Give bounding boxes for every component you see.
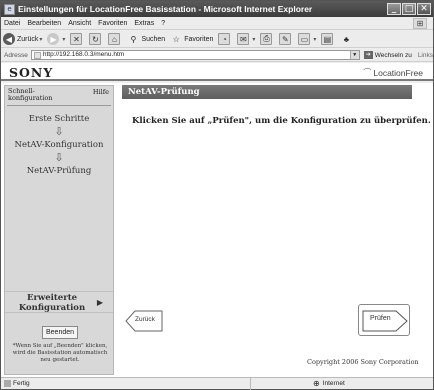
- back-arrow-icon: ◀: [3, 33, 15, 45]
- zone-label: Internet: [322, 380, 345, 387]
- address-input[interactable]: http://192.168.0.3/menu.htm ▼: [30, 50, 360, 60]
- quick-config-link[interactable]: Schnell-konfiguration: [8, 88, 70, 102]
- sidebar: Schnell-konfiguration Hilfe Erste Schrit…: [4, 85, 114, 375]
- menu-datei[interactable]: Datei: [4, 20, 20, 27]
- home-icon: ⌂: [108, 33, 121, 45]
- search-toolbar-label: Suchen: [141, 35, 166, 43]
- print-icon: ⎙: [260, 33, 273, 45]
- address-label: Adresse: [4, 51, 28, 59]
- ie-app-icon: e: [4, 3, 15, 15]
- menu-bar: Datei Bearbeiten Ansicht Favoriten Extra…: [1, 17, 433, 30]
- search-icon: ⚲: [130, 34, 137, 44]
- forward-toolbar-button[interactable]: ▶ ▾: [47, 33, 65, 45]
- mail-button[interactable]: ✉ ▾: [237, 33, 255, 45]
- browser-window: e Einstellungen für LocationFree Basisst…: [0, 0, 434, 390]
- sidebar-divider: [7, 105, 111, 106]
- menu-extras[interactable]: Extras: [134, 20, 154, 27]
- discuss-button[interactable]: ▭ ▾: [298, 33, 316, 45]
- close-button[interactable]: ✕: [417, 3, 431, 15]
- research-button[interactable]: ▤: [321, 33, 335, 45]
- menu-ansicht[interactable]: Ansicht: [68, 20, 91, 27]
- down-arrow-icon: ⇩: [54, 151, 64, 164]
- title-bar: e Einstellungen für LocationFree Basisst…: [1, 1, 433, 17]
- refresh-button[interactable]: ↻: [89, 33, 103, 45]
- back-dropdown-icon[interactable]: ▾: [39, 36, 42, 43]
- step-netav-config[interactable]: NetAV-Konfiguration: [5, 139, 113, 151]
- back-button-label: Zurück: [135, 316, 155, 323]
- status-bar: Fertig ⊕ Internet: [1, 377, 433, 390]
- favorites-toolbar-button[interactable]: ☆ Favoriten: [170, 33, 214, 45]
- address-dropdown-icon[interactable]: ▼: [349, 51, 359, 59]
- globe-icon: ⊕: [313, 379, 320, 388]
- mail-icon: ✉: [237, 33, 250, 45]
- home-button[interactable]: ⌂: [108, 33, 122, 45]
- window-title: Einstellungen für LocationFree Basisstat…: [18, 4, 313, 14]
- menu-help[interactable]: ?: [161, 20, 165, 27]
- discuss-icon: ▭: [298, 33, 311, 45]
- star-icon: ☆: [172, 34, 180, 44]
- step-netav-check[interactable]: NetAV-Prüfung: [5, 165, 113, 177]
- page-icon: [33, 51, 41, 59]
- go-label: Wechseln zu: [374, 51, 412, 59]
- messenger-button[interactable]: ♣: [340, 33, 354, 45]
- address-bar: Adresse http://192.168.0.3/menu.htm ▼ ➔ …: [1, 49, 433, 62]
- sony-logo: SONY: [9, 65, 54, 80]
- toolbar: ◀ Zurück ▾ ▶ ▾ ✕ ↻ ⌂ ⚲ Suchen ☆ Favorite…: [1, 31, 433, 48]
- instruction-text: Klicken Sie auf „Prüfen", um die Konfigu…: [132, 116, 431, 126]
- links-button[interactable]: Links: [418, 52, 433, 59]
- back-toolbar-button[interactable]: ◀ Zurück ▾: [3, 33, 42, 45]
- go-button[interactable]: ➔ Wechseln zu: [363, 51, 412, 59]
- edit-button[interactable]: ✎: [279, 33, 293, 45]
- main-panel: NetAV-Prüfung Klicken Sie auf „Prüfen", …: [122, 85, 431, 375]
- advanced-config-link[interactable]: Erweiterte Konfiguration ▶: [5, 291, 113, 313]
- right-arrow-icon: ▶: [96, 298, 103, 307]
- windows-logo-icon: ⊞: [413, 18, 427, 29]
- check-button-label: Prüfen: [370, 315, 391, 322]
- back-button[interactable]: Zurück: [125, 310, 163, 332]
- advanced-config-label: Erweiterte Konfiguration: [18, 293, 86, 313]
- brand-header: SONY ⌒ LocationFree: [1, 63, 433, 81]
- mail-dropdown-icon[interactable]: ▾: [252, 36, 255, 43]
- address-url: http://192.168.0.3/menu.htm: [42, 51, 125, 58]
- research-icon: ▤: [321, 33, 334, 45]
- security-zone: ⊕ Internet: [313, 379, 345, 388]
- page-title: NetAV-Prüfung: [122, 85, 412, 99]
- help-link[interactable]: Hilfe: [93, 88, 109, 96]
- search-toolbar-button[interactable]: ⚲ Suchen: [127, 33, 166, 45]
- history-button[interactable]: ◔: [218, 33, 232, 45]
- stop-button[interactable]: ✕: [70, 33, 84, 45]
- favorites-toolbar-label: Favoriten: [184, 35, 214, 43]
- status-text: Fertig: [13, 380, 30, 387]
- menu-favoriten[interactable]: Favoriten: [98, 20, 127, 27]
- step-first-steps[interactable]: Erste Schritte: [5, 113, 113, 125]
- forward-arrow-icon: ▶: [47, 33, 60, 45]
- page-status-icon: [4, 380, 11, 387]
- back-toolbar-label: Zurück: [17, 35, 39, 43]
- discuss-dropdown-icon[interactable]: ▾: [313, 36, 316, 43]
- locationfree-label: LocationFree: [373, 67, 423, 78]
- history-icon: ◔: [218, 33, 231, 45]
- end-button[interactable]: Beenden: [42, 326, 78, 339]
- menu-bearbeiten[interactable]: Bearbeiten: [27, 20, 61, 27]
- edit-icon: ✎: [279, 33, 292, 45]
- status-section: Fertig: [1, 377, 251, 390]
- print-button[interactable]: ⎙: [260, 33, 274, 45]
- go-arrow-icon: ➔: [363, 51, 373, 59]
- copyright-text: Copyright 2006 Sony Corporation: [307, 358, 419, 366]
- minimize-button[interactable]: _: [387, 3, 401, 15]
- locationfree-logo: ⌒ LocationFree: [363, 67, 423, 78]
- stop-icon: ✕: [70, 33, 83, 45]
- check-button[interactable]: Prüfen: [358, 304, 410, 336]
- messenger-icon: ♣: [343, 34, 350, 44]
- page-content: Schnell-konfiguration Hilfe Erste Schrit…: [1, 83, 433, 377]
- refresh-icon: ↻: [89, 33, 102, 45]
- forward-dropdown-icon[interactable]: ▾: [62, 36, 65, 43]
- restart-note: *Wenn Sie auf „Beenden" klicken, wird di…: [12, 343, 108, 363]
- maximize-button[interactable]: □: [402, 3, 416, 15]
- locationfree-icon: ⌒: [363, 68, 372, 77]
- steps-list: Erste Schritte ⇩ NetAV-Konfiguration ⇩ N…: [5, 113, 113, 177]
- down-arrow-icon: ⇩: [54, 125, 64, 138]
